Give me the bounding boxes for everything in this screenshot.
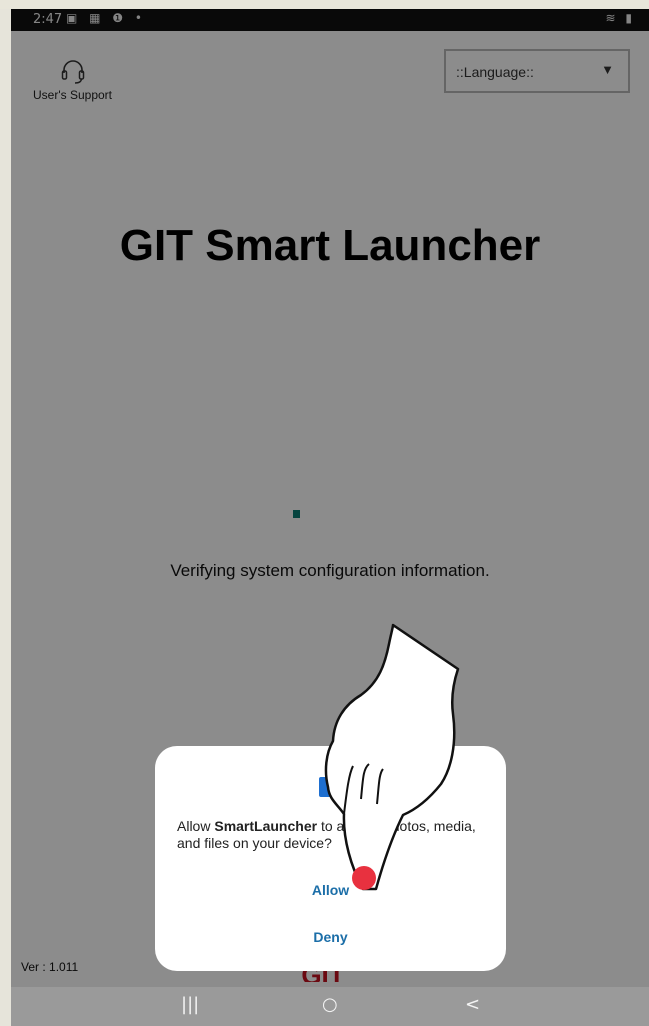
top-border [0, 0, 649, 9]
left-border [0, 9, 11, 1026]
device-screen: 2:47 ▣ ▦ ❶ • ≋ ▮ User's Support ::Langua… [11, 9, 649, 1026]
pointing-hand-icon [324, 623, 460, 891]
